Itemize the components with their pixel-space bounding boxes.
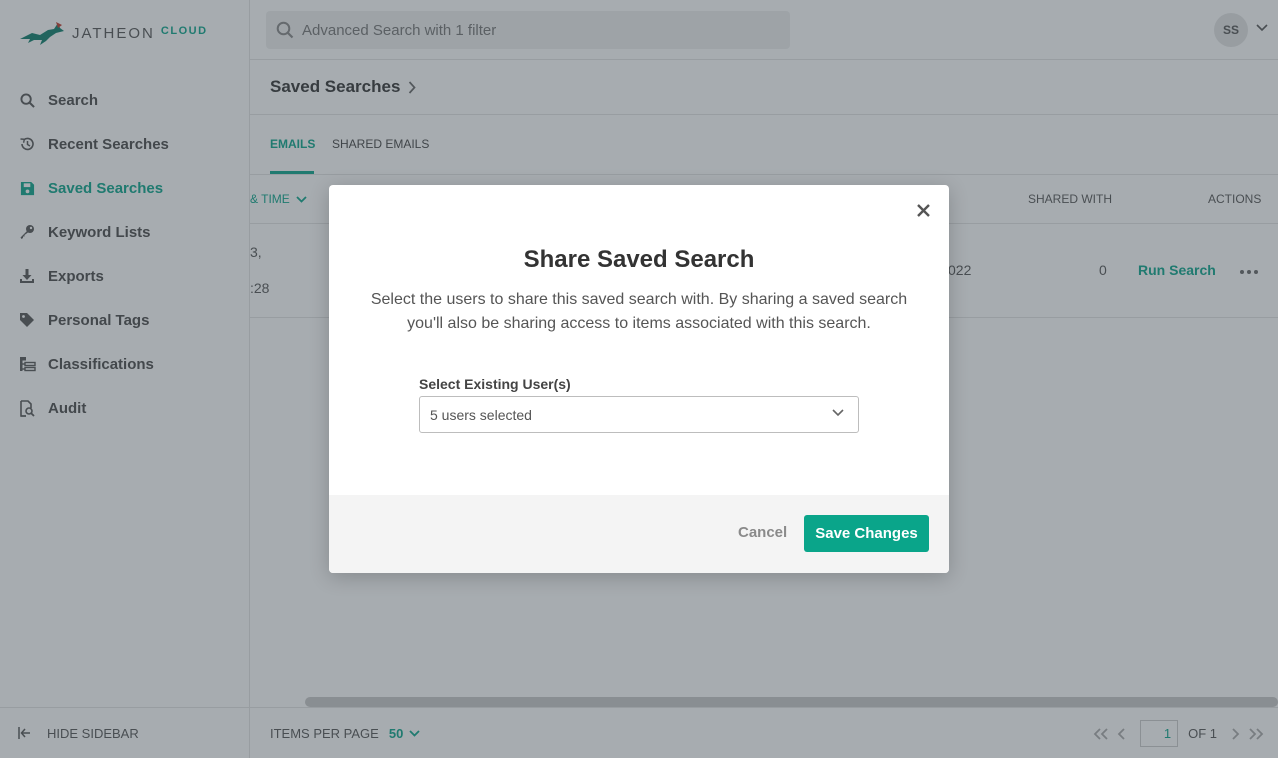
chevron-down-icon <box>832 409 844 417</box>
users-select[interactable]: 5 users selected <box>419 396 859 433</box>
dialog-title: Share Saved Search <box>523 246 755 273</box>
save-changes-button[interactable]: Save Changes <box>804 515 929 552</box>
users-field-label: Select Existing User(s) <box>419 376 571 392</box>
dialog-footer: Cancel Save Changes <box>329 495 949 573</box>
share-saved-search-dialog: Share Saved Search Select the users to s… <box>329 185 949 573</box>
users-select-value: 5 users selected <box>430 406 532 423</box>
close-icon[interactable] <box>915 202 931 218</box>
cancel-button[interactable]: Cancel <box>738 524 787 541</box>
dialog-description: Select the users to share this saved sea… <box>370 291 908 332</box>
